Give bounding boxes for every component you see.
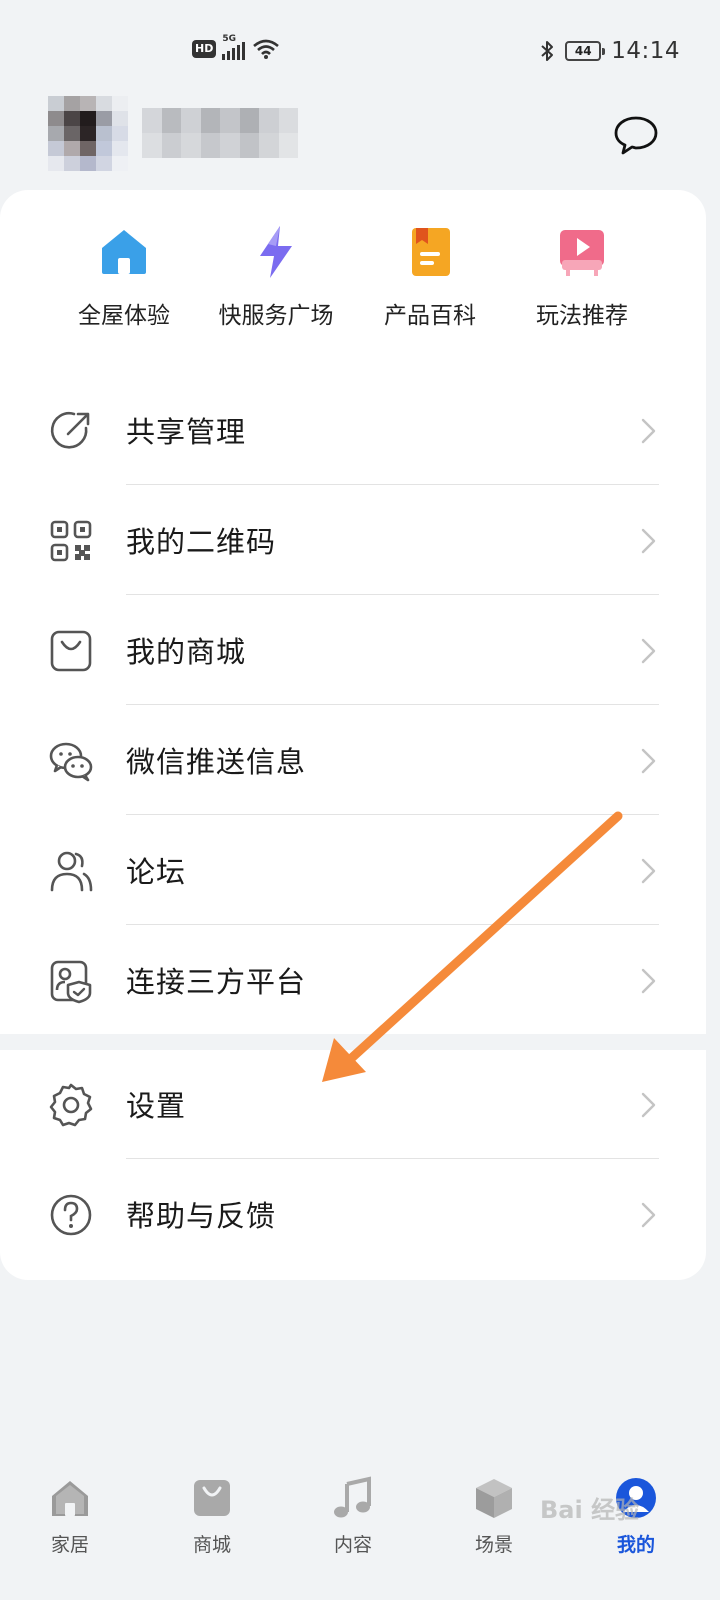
- wifi-icon: [253, 39, 280, 59]
- quick-action-label: 产品百科: [384, 303, 476, 329]
- nav-item-scenes[interactable]: 场景: [444, 1468, 544, 1557]
- people-icon: [50, 851, 93, 892]
- menu-item-label: 帮助与反馈: [126, 1199, 277, 1233]
- menu-item-label: 微信推送信息: [126, 745, 307, 779]
- menu-item-third-party[interactable]: 连接三方平台: [0, 926, 706, 1036]
- music-note-icon: [334, 1476, 371, 1518]
- divider: [126, 484, 659, 485]
- shopping-bag-icon: [194, 1480, 230, 1516]
- gear-icon: [49, 1083, 93, 1127]
- nav-item-content[interactable]: 内容: [303, 1468, 403, 1557]
- quick-action-label: 快服务广场: [218, 303, 334, 329]
- menu-item-help-feedback[interactable]: 帮助与反馈: [0, 1160, 706, 1270]
- help-icon: [50, 1194, 92, 1236]
- chevron-right-icon: [641, 1092, 656, 1118]
- network-type-label: 5G: [222, 34, 236, 44]
- menu-item-label: 共享管理: [126, 415, 247, 449]
- bluetooth-icon: [541, 41, 554, 61]
- hd-badge: HD: [192, 40, 217, 58]
- quick-action-recommendations[interactable]: 玩法推荐: [512, 222, 652, 330]
- status-left: HD 5G: [192, 34, 281, 60]
- menu-item-my-qr-code[interactable]: 我的二维码: [0, 486, 706, 596]
- video-play-icon: [560, 230, 604, 276]
- book-icon: [412, 228, 450, 276]
- clock: 14:14: [611, 38, 680, 64]
- chevron-right-icon: [641, 748, 656, 774]
- quick-action-product-wiki[interactable]: 产品百科: [360, 222, 500, 330]
- chevron-right-icon: [641, 638, 656, 664]
- nav-item-mall[interactable]: 商城: [162, 1468, 262, 1557]
- nav-item-home[interactable]: 家居: [20, 1468, 120, 1557]
- qr-code-icon: [50, 520, 92, 562]
- divider: [126, 594, 659, 595]
- menu-item-my-mall[interactable]: 我的商城: [0, 596, 706, 706]
- nav-label: 商城: [192, 1534, 231, 1556]
- cube-icon: [476, 1479, 512, 1518]
- menu-item-label: 连接三方平台: [126, 965, 307, 999]
- username-blurred: [142, 108, 298, 158]
- quick-action-label: 玩法推荐: [536, 303, 628, 329]
- home-icon: [52, 1481, 88, 1516]
- status-bar: HD 5G 44 14:14: [0, 0, 720, 104]
- share-icon: [50, 412, 90, 449]
- menu-item-label: 我的二维码: [126, 525, 277, 559]
- bottom-nav: 家居 商城 内容 场景 我的: [0, 1468, 720, 1600]
- menu-item-label: 我的商城: [126, 635, 247, 669]
- nav-label: 场景: [474, 1534, 513, 1556]
- chevron-right-icon: [641, 528, 656, 554]
- divider: [126, 1158, 659, 1159]
- status-right: 44 14:14: [539, 38, 680, 64]
- divider: [126, 814, 659, 815]
- divider: [126, 704, 659, 705]
- section-divider: [0, 1034, 706, 1050]
- menu-item-label: 设置: [126, 1089, 187, 1123]
- divider: [126, 924, 659, 925]
- message-icon[interactable]: [612, 114, 660, 158]
- chevron-right-icon: [641, 1202, 656, 1228]
- home-icon: [102, 230, 146, 274]
- menu-item-wechat-push[interactable]: 微信推送信息: [0, 706, 706, 816]
- menu-item-settings[interactable]: 设置: [0, 1050, 706, 1160]
- wechat-icon: [49, 742, 93, 782]
- quick-action-whole-house[interactable]: 全屋体验: [54, 222, 194, 330]
- watermark: Bai 经验: [540, 1496, 640, 1524]
- nav-label: 家居: [50, 1534, 89, 1556]
- chevron-right-icon: [641, 418, 656, 444]
- shield-link-icon: [50, 960, 92, 1004]
- menu-item-share-management[interactable]: 共享管理: [0, 376, 706, 486]
- cellular-signal-icon: 5G: [222, 34, 246, 60]
- battery-icon: 44: [565, 41, 606, 61]
- quick-action-label: 全屋体验: [78, 303, 170, 329]
- menu-item-label: 论坛: [126, 855, 187, 889]
- chevron-right-icon: [641, 858, 656, 884]
- menu-item-forum[interactable]: 论坛: [0, 816, 706, 926]
- nav-label: 内容: [333, 1534, 372, 1556]
- shopping-bag-icon: [50, 630, 92, 672]
- avatar[interactable]: [48, 96, 128, 172]
- lightning-icon: [260, 226, 292, 278]
- chevron-right-icon: [641, 968, 656, 994]
- nav-label: 我的: [616, 1534, 655, 1556]
- quick-action-service-plaza[interactable]: 快服务广场: [206, 222, 346, 330]
